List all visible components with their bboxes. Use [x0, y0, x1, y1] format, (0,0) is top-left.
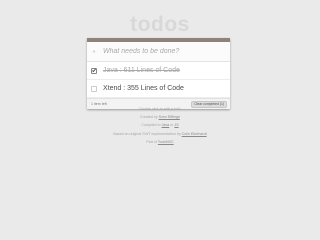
info-text: Part of	[146, 139, 158, 144]
todo-app: » Java : 611 Lines of Code Xtend : 355 L…	[87, 38, 230, 109]
toggle-all-icon[interactable]: »	[87, 49, 101, 55]
checkbox-checked-icon[interactable]	[91, 67, 97, 74]
todomvc-link[interactable]: TodoMVC	[158, 140, 174, 144]
info-based-on: Based on original GWT implementation by …	[0, 130, 320, 138]
original-author-link[interactable]: Colin Eberhardt	[182, 132, 207, 136]
todo-item[interactable]: Java : 611 Lines of Code	[87, 62, 230, 80]
js-link[interactable]: JS	[174, 123, 178, 127]
todo-toggle[interactable]	[87, 85, 101, 92]
todo-label[interactable]: Java : 611 Lines of Code	[101, 67, 180, 74]
info-text: Compiled to	[141, 123, 162, 128]
app-title: todos	[130, 13, 190, 36]
info-footer: Double-click to edit a todo Created by S…	[0, 105, 320, 146]
info-text: Based on original GWT implementation by	[113, 131, 182, 136]
new-todo-row: »	[87, 42, 230, 62]
info-compiled-to: Compiled to Java or JS	[0, 121, 320, 129]
todo-toggle[interactable]	[87, 67, 101, 74]
info-created-by: Created by Sven Efftinge	[0, 113, 320, 121]
todo-item[interactable]: Xtend : 355 Lines of Code	[87, 80, 230, 98]
info-text: Created by	[140, 115, 159, 120]
todo-label[interactable]: Xtend : 355 Lines of Code	[101, 85, 184, 92]
new-todo-input[interactable]	[101, 44, 223, 59]
info-edit-hint: Double-click to edit a todo	[139, 107, 181, 111]
info-part-of: Part of TodoMVC	[0, 138, 320, 146]
author-link[interactable]: Sven Efftinge	[159, 115, 180, 119]
checkbox-icon[interactable]	[91, 85, 97, 92]
